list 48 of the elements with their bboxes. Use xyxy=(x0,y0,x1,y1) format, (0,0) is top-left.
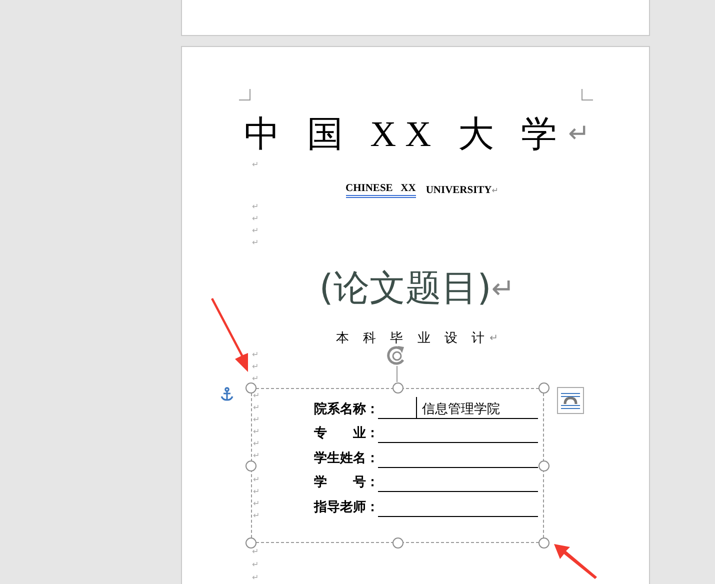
paragraph-mark: ↵ xyxy=(568,119,590,149)
paragraph-mark: ↵ xyxy=(492,186,498,194)
university-title: 中 国 XX 大 学 xyxy=(244,112,566,156)
resize-handle[interactable] xyxy=(246,538,256,548)
field-label: 学 号： xyxy=(314,474,378,492)
paragraph-mark: ↵ xyxy=(253,499,260,508)
field-label: 院系名称： xyxy=(314,400,378,418)
paragraph-mark: ↵ xyxy=(491,272,515,304)
paragraph-mark: ↵ xyxy=(252,160,259,169)
thesis-title: (论文题目) xyxy=(319,266,492,310)
paragraph-mark: ↵ xyxy=(252,202,259,211)
resize-handle[interactable] xyxy=(392,538,403,548)
english-title-text: UNIVERSITY xyxy=(426,184,492,196)
resize-handle[interactable] xyxy=(538,460,550,471)
paragraph-mark: ↵ xyxy=(253,487,260,496)
corner-mark-icon xyxy=(581,89,593,101)
corner-mark-icon xyxy=(239,89,251,101)
paragraph-mark: ↵ xyxy=(253,439,260,448)
subtitle: 本 科 毕 业 设 计 xyxy=(336,330,490,347)
paragraph-mark: ↵ xyxy=(252,226,259,235)
paragraph-mark: ↵ xyxy=(252,573,259,582)
paragraph-mark: ↵ xyxy=(253,403,260,412)
layout-options-icon[interactable] xyxy=(557,387,584,414)
field-label: 学生姓名： xyxy=(314,450,378,468)
paragraph-mark: ↵ xyxy=(252,214,259,223)
anchor-icon[interactable] xyxy=(220,387,234,402)
resize-handle[interactable] xyxy=(246,460,256,471)
english-title-text: CHINESE XX xyxy=(346,182,416,198)
paragraph-mark: ↵ xyxy=(490,332,498,344)
paragraph-mark: ↵ xyxy=(253,391,260,400)
resize-handle[interactable] xyxy=(538,538,550,548)
paragraph-mark: ↵ xyxy=(253,451,260,460)
paragraph-mark: ↵ xyxy=(252,350,259,359)
paragraph-mark: ↵ xyxy=(252,547,259,556)
resize-handle[interactable] xyxy=(538,382,550,394)
paragraph-mark: ↵ xyxy=(253,415,260,424)
field-label: 指导老师： xyxy=(314,498,378,516)
field-label: 专 业： xyxy=(314,425,378,443)
paragraph-mark: ↵ xyxy=(252,374,259,383)
paragraph-mark: ↵ xyxy=(252,560,259,569)
resize-handle[interactable] xyxy=(246,382,256,394)
paragraph-mark: ↵ xyxy=(253,511,260,520)
paragraph-mark: ↵ xyxy=(253,475,260,484)
paragraph-mark: ↵ xyxy=(252,362,259,371)
fill-in-line[interactable]: 信息管理学院 xyxy=(378,400,538,418)
paragraph-mark: ↵ xyxy=(252,238,259,247)
paragraph-mark: ↵ xyxy=(253,427,260,436)
resize-handle[interactable] xyxy=(392,382,403,394)
